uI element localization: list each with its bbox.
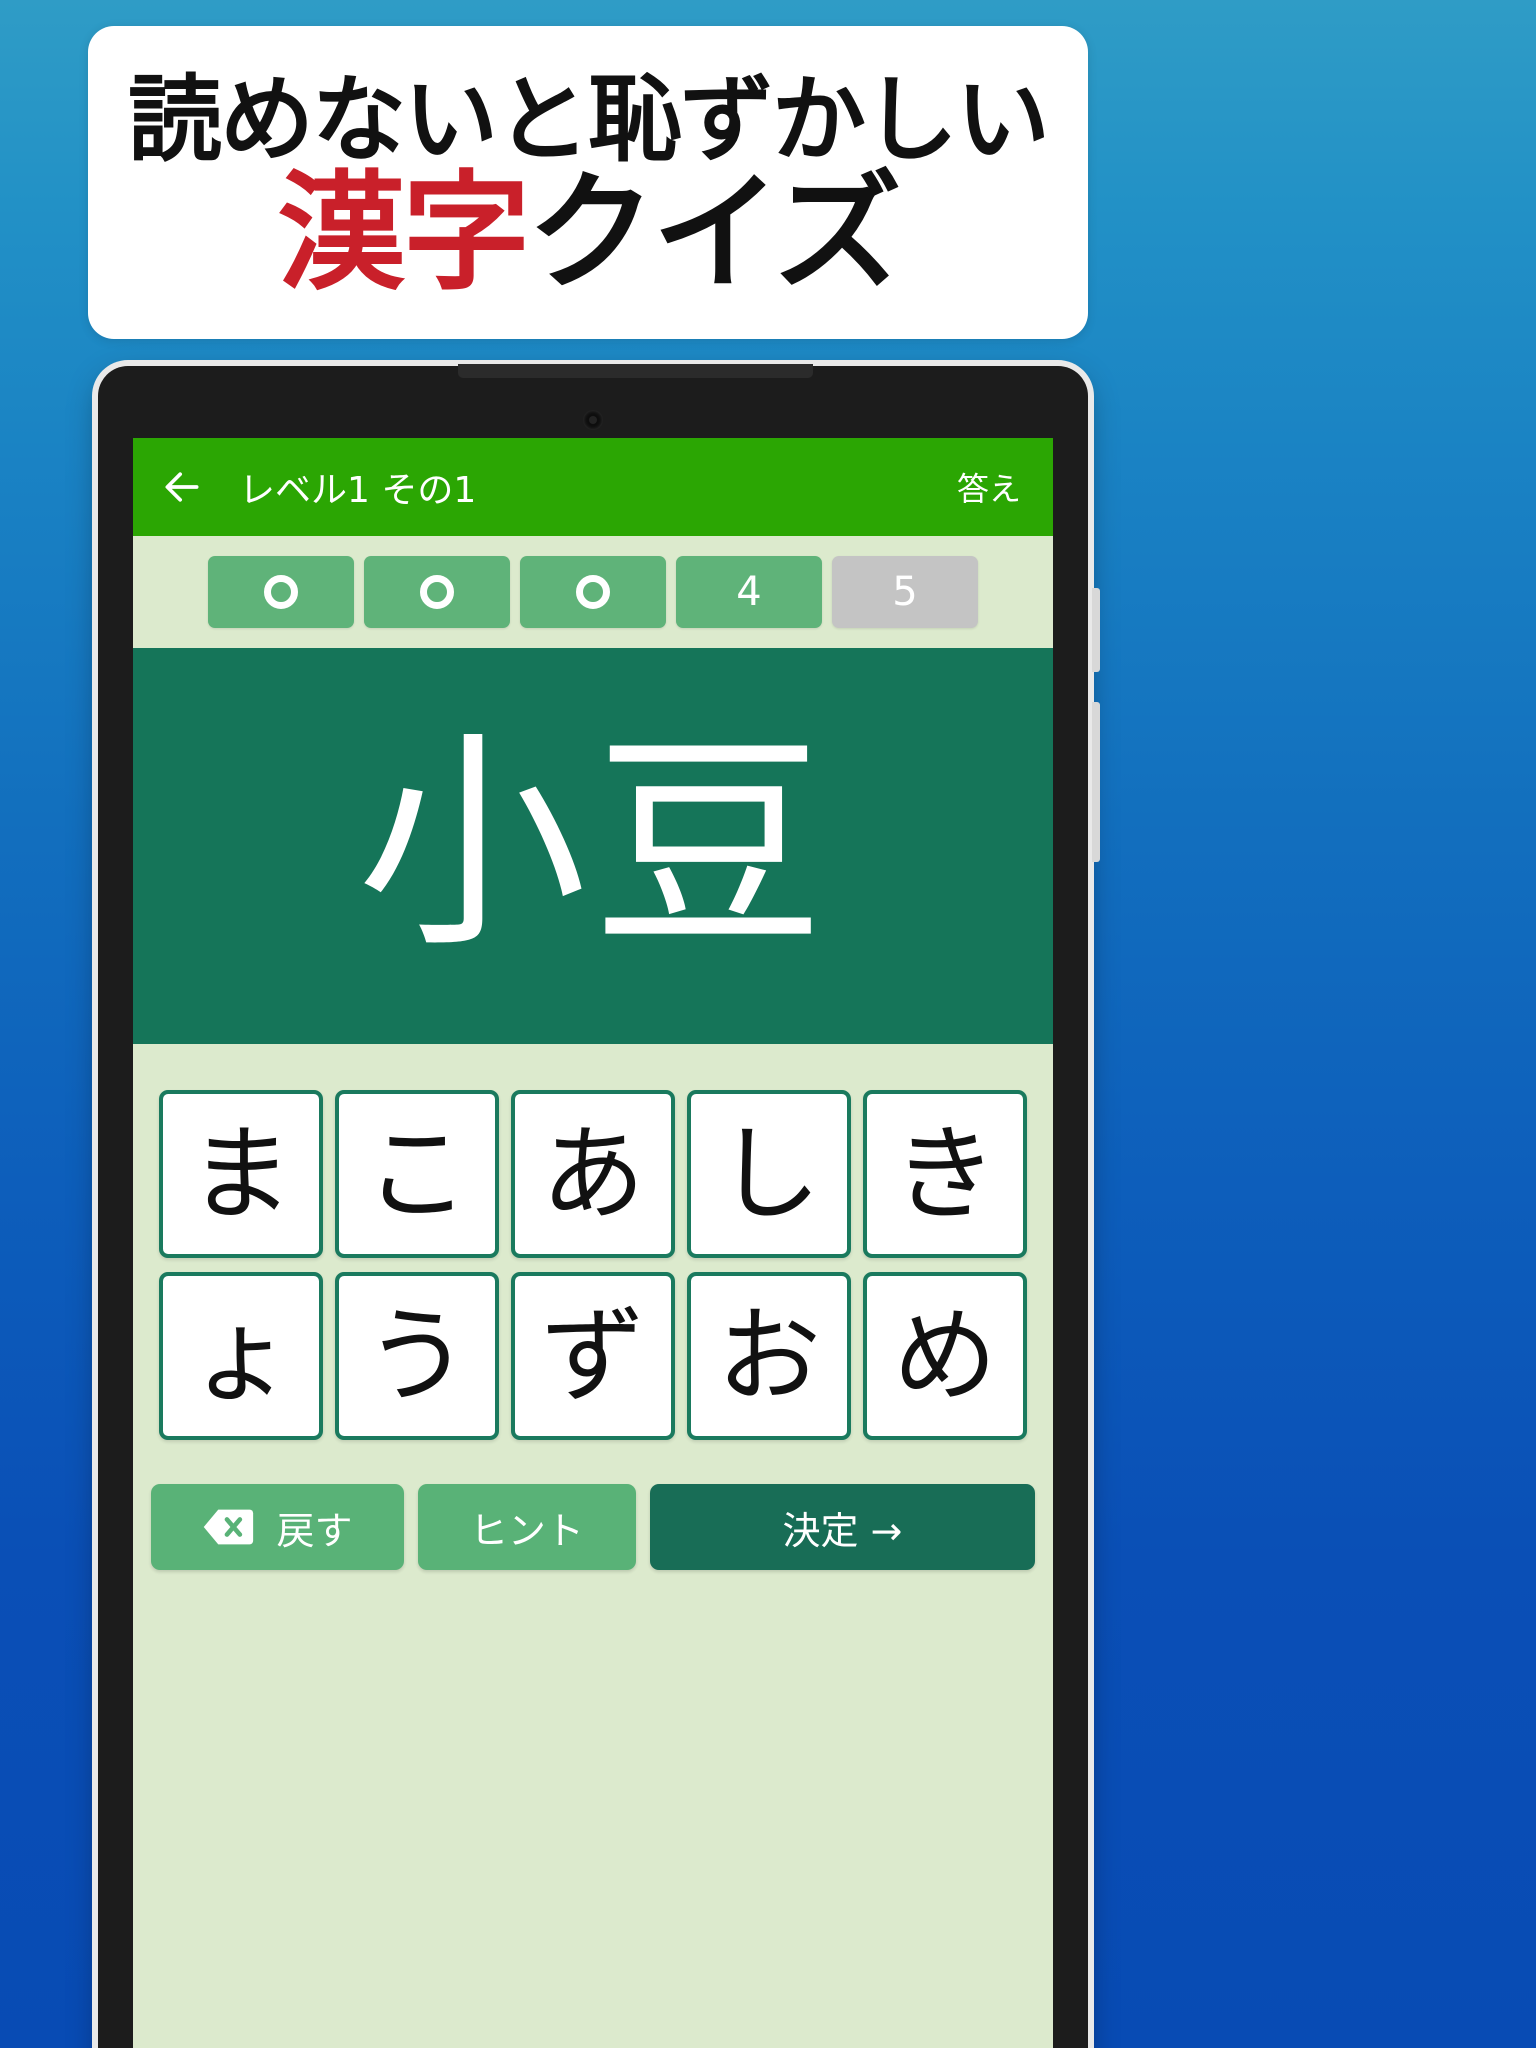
answer-tile[interactable]: ず xyxy=(511,1272,675,1440)
answer-tile-row-2: ょ う ず お め xyxy=(151,1272,1035,1440)
screenshot-stage: 読めないと恥ずかしい 漢字クイズ レベル1 その1 答え 4 5 小豆 ま こ … xyxy=(0,0,1536,2048)
answer-tile[interactable]: ま xyxy=(159,1090,323,1258)
submit-button[interactable]: 決定 → xyxy=(649,1484,1035,1570)
answer-tile[interactable]: ょ xyxy=(159,1272,323,1440)
progress-chip-4[interactable]: 4 xyxy=(676,556,822,628)
device-volume-button xyxy=(1092,702,1100,862)
answer-tile[interactable]: お xyxy=(687,1272,851,1440)
circle-correct-icon xyxy=(264,575,298,609)
answer-tile[interactable]: め xyxy=(863,1272,1027,1440)
progress-chip-1[interactable] xyxy=(208,556,354,628)
back-button[interactable] xyxy=(159,464,205,510)
answer-tile-label: き xyxy=(892,1113,997,1235)
answer-tile[interactable]: こ xyxy=(335,1090,499,1258)
page-title: レベル1 その1 xyxy=(239,470,477,511)
answer-tile-row-1: ま こ あ し き xyxy=(151,1090,1035,1258)
progress-chip-3[interactable] xyxy=(520,556,666,628)
tablet-device-frame: レベル1 その1 答え 4 5 小豆 ま こ あ し き ょ う ず お め 戻… xyxy=(98,364,1100,2048)
answer-tile-label: う xyxy=(364,1295,469,1417)
app-screen: レベル1 その1 答え 4 5 小豆 ま こ あ し き ょ う ず お め 戻… xyxy=(133,438,1053,2048)
answer-tile-label: こ xyxy=(364,1113,469,1235)
promo-headline-accent: 漢字 xyxy=(277,159,530,309)
bottom-controls: 戻す ヒント 決定 → xyxy=(133,1454,1053,1570)
circle-correct-icon xyxy=(420,575,454,609)
promo-headline-rest: クイズ xyxy=(527,159,901,309)
arrow-left-icon xyxy=(165,472,199,502)
device-speaker xyxy=(458,364,813,378)
progress-chip-row: 4 5 xyxy=(133,536,1053,648)
device-front-camera xyxy=(583,410,603,430)
promo-headline-line2: 漢字クイズ xyxy=(277,170,901,298)
circle-correct-icon xyxy=(576,575,610,609)
progress-chip-5-current[interactable]: 5 xyxy=(832,556,978,628)
promo-banner: 読めないと恥ずかしい 漢字クイズ xyxy=(88,26,1088,339)
undo-button-label: 戻す xyxy=(276,1508,353,1553)
answer-tiles-area: ま こ あ し き ょ う ず お め xyxy=(133,1044,1053,1440)
answer-tile-label: ま xyxy=(188,1113,293,1235)
progress-chip-2[interactable] xyxy=(364,556,510,628)
answer-tile-label: ょ xyxy=(188,1295,293,1417)
answer-tile-label: あ xyxy=(540,1113,645,1235)
answer-tile[interactable]: あ xyxy=(511,1090,675,1258)
answer-tile-label: め xyxy=(892,1295,997,1417)
question-kanji: 小豆 xyxy=(356,712,829,979)
answer-tile[interactable]: き xyxy=(863,1090,1027,1258)
hint-button[interactable]: ヒント xyxy=(417,1484,636,1570)
answer-tile-label: ず xyxy=(540,1295,645,1417)
question-panel: 小豆 xyxy=(133,648,1053,1044)
answer-tile-label: お xyxy=(716,1295,821,1417)
answer-tile-label: し xyxy=(716,1113,821,1235)
show-answer-button[interactable]: 答え xyxy=(957,464,1027,510)
device-power-button xyxy=(1092,588,1100,672)
backspace-icon xyxy=(204,1509,254,1545)
promo-headline-line1: 読めないと恥ずかしい xyxy=(127,65,1050,175)
answer-tile[interactable]: う xyxy=(335,1272,499,1440)
undo-button[interactable]: 戻す xyxy=(151,1484,404,1570)
app-bar: レベル1 その1 答え xyxy=(133,438,1053,536)
answer-tile[interactable]: し xyxy=(687,1090,851,1258)
